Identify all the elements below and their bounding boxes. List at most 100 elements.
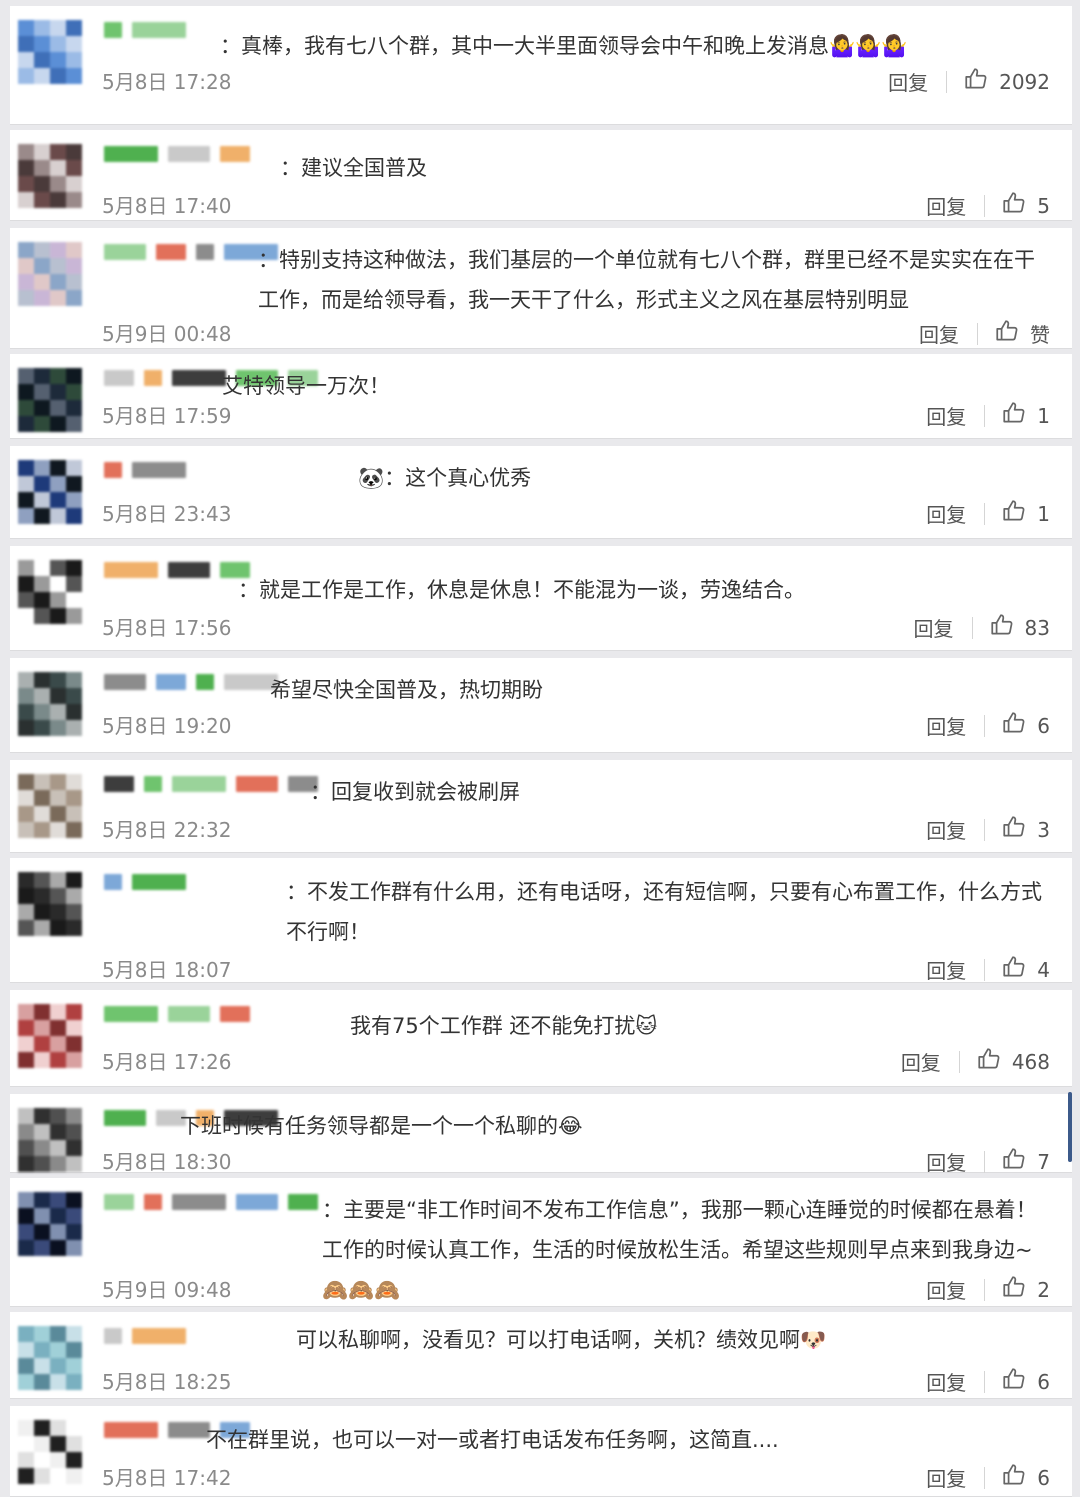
comment-time: 5月8日 19:20 — [102, 714, 232, 738]
reply-button[interactable]: 回复 — [914, 613, 972, 642]
comment-text: 🐼：这个真心优秀 — [358, 466, 532, 490]
thumbs-up-icon — [1001, 814, 1027, 845]
thumbs-up-icon — [994, 318, 1020, 349]
comment-time: 5月8日 18:07 — [102, 958, 232, 982]
comment-time: 5月8日 18:25 — [102, 1370, 232, 1394]
comment-actions: 回复 83 — [914, 612, 1050, 643]
comment-text: 我有75个工作群 还不能免打扰🐱 — [350, 1014, 658, 1038]
comment-text: ：不发工作群有什么用，还有电话呀，还有短信啊，只要有心布置工作，什么方式不行啊！ — [286, 880, 1042, 944]
divider — [946, 70, 948, 93]
comment-card: 我有75个工作群 还不能免打扰🐱 5月8日 17:26 回复 468 — [10, 990, 1072, 1086]
comment-card: ：回复收到就会被刷屏 5月8日 22:32 回复 3 — [10, 760, 1072, 852]
like-button[interactable]: 1 — [1001, 400, 1050, 431]
like-button[interactable]: 468 — [976, 1046, 1050, 1077]
comment-card: ：特别支持这种做法，我们基层的一个单位就有七八个群，群里已经不是实实在在干工作，… — [10, 228, 1072, 348]
comment-actions: 回复 2 — [926, 1274, 1050, 1305]
reply-button[interactable]: 回复 — [926, 499, 984, 528]
thumbs-up-icon — [1001, 190, 1027, 221]
avatar[interactable] — [18, 368, 82, 432]
username-obscured[interactable] — [104, 460, 186, 480]
avatar[interactable] — [18, 460, 82, 524]
comment-card: ：主要是“非工作时间不发布工作信息”，我那一颗心连睡觉的时候都在悬着！工作的时候… — [10, 1178, 1072, 1306]
reply-button[interactable]: 回复 — [926, 1275, 984, 1304]
avatar[interactable] — [18, 144, 82, 208]
thumbs-up-icon — [1001, 1274, 1027, 1305]
comment-card: ：不发工作群有什么用，还有电话呀，还有短信啊，只要有心布置工作，什么方式不行啊！… — [10, 858, 1072, 985]
scrollbar[interactable] — [1068, 1092, 1072, 1162]
like-button[interactable]: 赞 — [994, 318, 1050, 349]
comment-time: 5月8日 23:43 — [102, 502, 232, 526]
like-button[interactable]: 6 — [1001, 710, 1050, 741]
avatar[interactable] — [18, 1326, 82, 1390]
avatar[interactable] — [18, 872, 82, 936]
like-button[interactable]: 6 — [1001, 1366, 1050, 1397]
avatar[interactable] — [18, 242, 82, 306]
reply-button[interactable]: 回复 — [926, 401, 984, 430]
comment-text: 不在群里说，也可以一对一或者打电话发布任务啊，这简直.... — [206, 1428, 779, 1452]
reply-button[interactable]: 回复 — [926, 191, 984, 220]
username-obscured[interactable] — [104, 144, 250, 164]
avatar[interactable] — [18, 1108, 82, 1172]
like-button[interactable]: 2 — [1001, 1274, 1050, 1305]
like-button[interactable]: 2092 — [963, 66, 1050, 97]
comment-text: ：特别支持这种做法，我们基层的一个单位就有七八个群，群里已经不是实实在在干工作，… — [258, 248, 1035, 312]
avatar[interactable] — [18, 20, 82, 84]
reply-button[interactable]: 回复 — [926, 1367, 984, 1396]
username-obscured[interactable] — [104, 672, 278, 692]
reply-button[interactable]: 回复 — [926, 1147, 984, 1176]
comment-text: ：回复收到就会被刷屏 — [310, 780, 520, 804]
like-count: 4 — [1037, 957, 1050, 982]
like-count: 83 — [1024, 615, 1050, 640]
username-obscured[interactable] — [104, 1326, 186, 1346]
divider — [984, 1370, 986, 1393]
comment-card: ：真棒，我有七八个群，其中一大半里面领导会中午和晚上发消息🤷‍♀️🤷‍♀️🤷‍♀… — [10, 6, 1072, 124]
like-button[interactable]: 83 — [989, 612, 1050, 643]
divider — [984, 1278, 986, 1301]
divider — [984, 714, 986, 737]
reply-button[interactable]: 回复 — [926, 815, 984, 844]
username-obscured[interactable] — [104, 242, 278, 262]
avatar[interactable] — [18, 774, 82, 838]
comment-actions: 回复 6 — [926, 1366, 1050, 1397]
comment-text: ：真棒，我有七八个群，其中一大半里面领导会中午和晚上发消息🤷‍♀️🤷‍♀️🤷‍♀… — [220, 34, 908, 58]
thumbs-up-icon — [976, 1046, 1002, 1077]
username-obscured[interactable] — [104, 872, 186, 892]
reply-button[interactable]: 回复 — [888, 67, 946, 96]
comment-actions: 回复 2092 — [888, 66, 1050, 97]
reply-button[interactable]: 回复 — [919, 319, 977, 348]
reply-button[interactable]: 回复 — [926, 711, 984, 740]
like-count: 1 — [1037, 403, 1050, 428]
reply-button[interactable]: 回复 — [926, 955, 984, 984]
like-button[interactable]: 1 — [1001, 498, 1050, 529]
comment-feed: ：真棒，我有七八个群，其中一大半里面领导会中午和晚上发消息🤷‍♀️🤷‍♀️🤷‍♀… — [0, 0, 1080, 1497]
comment-actions: 回复 4 — [926, 954, 1050, 985]
comment-text: ：就是工作是工作，休息是休息！不能混为一谈，劳逸结合。 — [238, 578, 805, 602]
avatar[interactable] — [18, 1004, 82, 1068]
reply-button[interactable]: 回复 — [926, 1463, 984, 1492]
divider — [977, 322, 978, 345]
username-obscured[interactable] — [104, 1192, 318, 1212]
thumbs-up-icon — [1001, 1366, 1027, 1397]
like-button[interactable]: 7 — [1001, 1146, 1050, 1177]
comment-actions: 回复 6 — [926, 710, 1050, 741]
avatar[interactable] — [18, 672, 82, 736]
reply-button[interactable]: 回复 — [901, 1047, 959, 1076]
like-button[interactable]: 5 — [1001, 190, 1050, 221]
like-button[interactable]: 3 — [1001, 814, 1050, 845]
comment-actions: 回复 1 — [926, 400, 1050, 431]
comment-card: ：建议全国普及 5月8日 17:40 回复 5 — [10, 130, 1072, 220]
username-obscured[interactable] — [104, 560, 250, 580]
username-obscured[interactable] — [104, 1004, 250, 1024]
comment-card: 艾特领导一万次！ 5月8日 17:59 回复 1 — [10, 354, 1072, 438]
avatar[interactable] — [18, 560, 82, 624]
divider — [984, 404, 986, 427]
comment-card: 不在群里说，也可以一对一或者打电话发布任务啊，这简直.... 5月8日 17:42… — [10, 1406, 1072, 1496]
like-button[interactable]: 4 — [1001, 954, 1050, 985]
username-obscured[interactable] — [104, 20, 186, 40]
avatar[interactable] — [18, 1192, 82, 1256]
like-button[interactable]: 6 — [1001, 1462, 1050, 1493]
username-obscured[interactable] — [104, 774, 318, 794]
avatar[interactable] — [18, 1420, 82, 1484]
comment-text: 下班时候有任务领导都是一个一个私聊的😂 — [180, 1114, 583, 1138]
comment-text: ：建议全国普及 — [280, 156, 427, 180]
